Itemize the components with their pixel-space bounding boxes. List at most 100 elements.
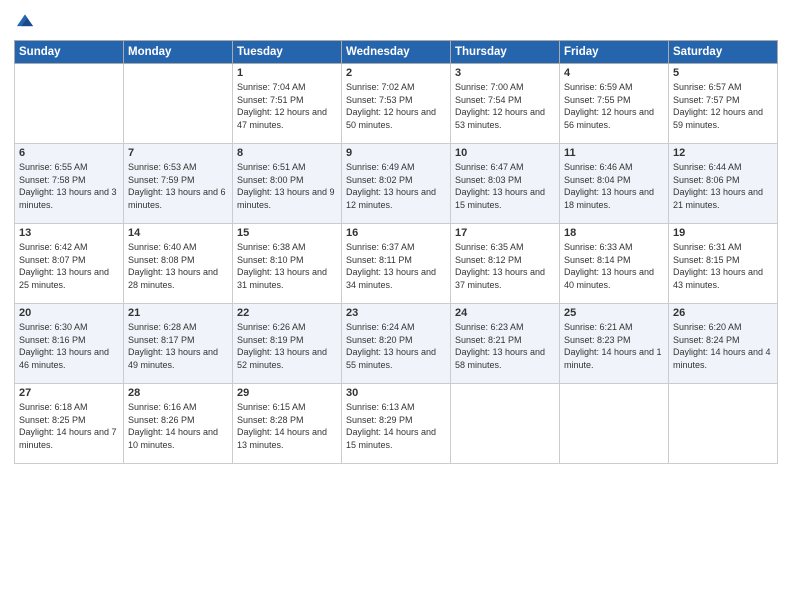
day-info: Sunrise: 6:44 AM Sunset: 8:06 PM Dayligh… [673,161,773,211]
day-number: 22 [237,307,337,319]
day-cell: 12 Sunrise: 6:44 AM Sunset: 8:06 PM Dayli… [669,144,778,224]
day-number: 26 [673,307,773,319]
day-number: 10 [455,147,555,159]
header-cell-thursday: Thursday [451,41,560,64]
day-number: 28 [128,387,228,399]
day-info: Sunrise: 6:30 AM Sunset: 8:16 PM Dayligh… [19,321,119,371]
header [14,10,778,32]
day-number: 14 [128,227,228,239]
day-cell: 18 Sunrise: 6:33 AM Sunset: 8:14 PM Dayli… [560,224,669,304]
day-number: 18 [564,227,664,239]
day-info: Sunrise: 6:47 AM Sunset: 8:03 PM Dayligh… [455,161,555,211]
day-number: 25 [564,307,664,319]
day-info: Sunrise: 6:18 AM Sunset: 8:25 PM Dayligh… [19,401,119,451]
day-number: 17 [455,227,555,239]
day-info: Sunrise: 6:15 AM Sunset: 8:28 PM Dayligh… [237,401,337,451]
week-row-2: 13 Sunrise: 6:42 AM Sunset: 8:07 PM Dayli… [15,224,778,304]
day-cell: 22 Sunrise: 6:26 AM Sunset: 8:19 PM Dayli… [233,304,342,384]
day-info: Sunrise: 6:46 AM Sunset: 8:04 PM Dayligh… [564,161,664,211]
day-cell: 16Sunrise: 6:37 AM Sunset: 8:11 PM Dayli… [342,224,451,304]
header-cell-sunday: Sunday [15,41,124,64]
day-number: 24 [455,307,555,319]
day-info: Sunrise: 6:51 AM Sunset: 8:00 PM Dayligh… [237,161,337,211]
day-number: 15 [237,227,337,239]
day-number: 4 [564,67,664,79]
week-row-1: 6 Sunrise: 6:55 AM Sunset: 7:58 PM Daylig… [15,144,778,224]
week-row-0: 1 Sunrise: 7:04 AM Sunset: 7:51 PM Daylig… [15,64,778,144]
day-cell [669,384,778,464]
day-cell: 23 Sunrise: 6:24 AM Sunset: 8:20 PM Dayli… [342,304,451,384]
header-row: SundayMondayTuesdayWednesdayThursdayFrid… [15,41,778,64]
day-cell: 25 Sunrise: 6:21 AM Sunset: 8:23 PM Dayli… [560,304,669,384]
logo-icon [14,10,36,32]
day-info: Sunrise: 6:55 AM Sunset: 7:58 PM Dayligh… [19,161,119,211]
day-number: 13 [19,227,119,239]
day-info: Sunrise: 6:26 AM Sunset: 8:19 PM Dayligh… [237,321,337,371]
day-cell: 9Sunrise: 6:49 AM Sunset: 8:02 PM Daylig… [342,144,451,224]
calendar-table: SundayMondayTuesdayWednesdayThursdayFrid… [14,40,778,464]
week-row-3: 20Sunrise: 6:30 AM Sunset: 8:16 PM Dayli… [15,304,778,384]
header-cell-saturday: Saturday [669,41,778,64]
day-number: 11 [564,147,664,159]
day-number: 3 [455,67,555,79]
day-cell [15,64,124,144]
day-cell [451,384,560,464]
day-info: Sunrise: 6:21 AM Sunset: 8:23 PM Dayligh… [564,321,664,371]
day-cell: 15Sunrise: 6:38 AM Sunset: 8:10 PM Dayli… [233,224,342,304]
day-number: 29 [237,387,337,399]
day-number: 8 [237,147,337,159]
day-info: Sunrise: 6:16 AM Sunset: 8:26 PM Dayligh… [128,401,228,451]
page: SundayMondayTuesdayWednesdayThursdayFrid… [0,0,792,612]
day-cell: 24 Sunrise: 6:23 AM Sunset: 8:21 PM Dayli… [451,304,560,384]
day-info: Sunrise: 6:35 AM Sunset: 8:12 PM Dayligh… [455,241,555,291]
day-info: Sunrise: 6:49 AM Sunset: 8:02 PM Dayligh… [346,161,446,211]
day-info: Sunrise: 7:02 AM Sunset: 7:53 PM Dayligh… [346,81,446,131]
day-number: 1 [237,67,337,79]
day-number: 5 [673,67,773,79]
day-cell: 26 Sunrise: 6:20 AM Sunset: 8:24 PM Dayli… [669,304,778,384]
day-cell: 21 Sunrise: 6:28 AM Sunset: 8:17 PM Dayli… [124,304,233,384]
day-cell: 7 Sunrise: 6:53 AM Sunset: 7:59 PM Daylig… [124,144,233,224]
day-cell: 14 Sunrise: 6:40 AM Sunset: 8:08 PM Dayli… [124,224,233,304]
day-number: 23 [346,307,446,319]
logo [14,10,38,32]
day-number: 6 [19,147,119,159]
day-cell: 8 Sunrise: 6:51 AM Sunset: 8:00 PM Daylig… [233,144,342,224]
day-cell: 27Sunrise: 6:18 AM Sunset: 8:25 PM Dayli… [15,384,124,464]
day-info: Sunrise: 7:00 AM Sunset: 7:54 PM Dayligh… [455,81,555,131]
day-cell [124,64,233,144]
day-info: Sunrise: 6:42 AM Sunset: 8:07 PM Dayligh… [19,241,119,291]
week-row-4: 27Sunrise: 6:18 AM Sunset: 8:25 PM Dayli… [15,384,778,464]
day-number: 2 [346,67,446,79]
day-cell: 10 Sunrise: 6:47 AM Sunset: 8:03 PM Dayli… [451,144,560,224]
day-number: 21 [128,307,228,319]
day-number: 12 [673,147,773,159]
day-cell: 17 Sunrise: 6:35 AM Sunset: 8:12 PM Dayli… [451,224,560,304]
day-info: Sunrise: 6:53 AM Sunset: 7:59 PM Dayligh… [128,161,228,211]
day-number: 7 [128,147,228,159]
day-cell: 20Sunrise: 6:30 AM Sunset: 8:16 PM Dayli… [15,304,124,384]
day-cell: 19Sunrise: 6:31 AM Sunset: 8:15 PM Dayli… [669,224,778,304]
header-cell-monday: Monday [124,41,233,64]
day-cell: 3 Sunrise: 7:00 AM Sunset: 7:54 PM Daylig… [451,64,560,144]
day-info: Sunrise: 6:33 AM Sunset: 8:14 PM Dayligh… [564,241,664,291]
day-info: Sunrise: 6:20 AM Sunset: 8:24 PM Dayligh… [673,321,773,371]
day-cell: 29 Sunrise: 6:15 AM Sunset: 8:28 PM Dayli… [233,384,342,464]
day-cell: 11 Sunrise: 6:46 AM Sunset: 8:04 PM Dayli… [560,144,669,224]
header-cell-wednesday: Wednesday [342,41,451,64]
day-cell: 5Sunrise: 6:57 AM Sunset: 7:57 PM Daylig… [669,64,778,144]
day-info: Sunrise: 6:28 AM Sunset: 8:17 PM Dayligh… [128,321,228,371]
day-info: Sunrise: 6:13 AM Sunset: 8:29 PM Dayligh… [346,401,446,451]
day-cell: 13 Sunrise: 6:42 AM Sunset: 8:07 PM Dayli… [15,224,124,304]
day-info: Sunrise: 6:37 AM Sunset: 8:11 PM Dayligh… [346,241,446,291]
day-info: Sunrise: 6:40 AM Sunset: 8:08 PM Dayligh… [128,241,228,291]
day-info: Sunrise: 6:59 AM Sunset: 7:55 PM Dayligh… [564,81,664,131]
header-cell-friday: Friday [560,41,669,64]
day-info: Sunrise: 6:23 AM Sunset: 8:21 PM Dayligh… [455,321,555,371]
day-info: Sunrise: 6:24 AM Sunset: 8:20 PM Dayligh… [346,321,446,371]
day-info: Sunrise: 7:04 AM Sunset: 7:51 PM Dayligh… [237,81,337,131]
header-cell-tuesday: Tuesday [233,41,342,64]
day-cell: 4 Sunrise: 6:59 AM Sunset: 7:55 PM Daylig… [560,64,669,144]
day-number: 19 [673,227,773,239]
day-cell: 28 Sunrise: 6:16 AM Sunset: 8:26 PM Dayli… [124,384,233,464]
